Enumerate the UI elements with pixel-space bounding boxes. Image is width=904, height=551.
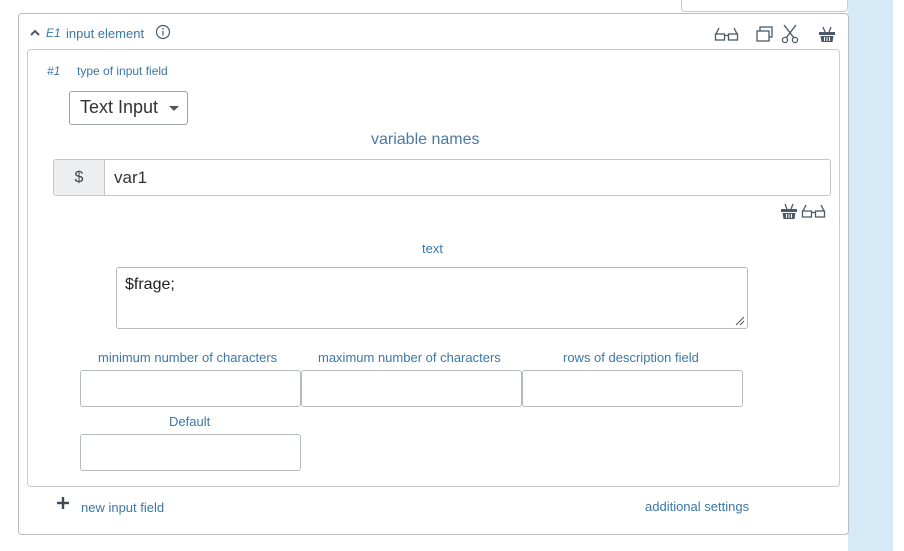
variable-name-input[interactable]	[106, 160, 830, 195]
input-type-select[interactable]: Text Input	[69, 91, 188, 125]
previous-card-edge	[681, 0, 848, 12]
scissors-icon[interactable]	[780, 24, 800, 44]
plus-icon[interactable]	[56, 496, 70, 510]
field-number: #1	[47, 64, 61, 78]
info-icon[interactable]	[155, 24, 171, 40]
text-label: text	[422, 241, 443, 256]
glasses-icon[interactable]	[801, 201, 826, 221]
element-id: E1	[46, 26, 61, 40]
page-edge	[893, 0, 904, 551]
caret-down-icon	[169, 106, 179, 111]
additional-settings-link[interactable]: additional settings	[645, 499, 749, 514]
default-label: Default	[169, 414, 211, 429]
element-title[interactable]: input element	[66, 26, 144, 41]
rows-input[interactable]	[522, 370, 743, 407]
variable-name-group: $	[53, 159, 831, 196]
dollar-prefix: $	[54, 160, 105, 195]
glasses-icon[interactable]	[714, 24, 739, 44]
type-of-input-field-label: type of input field	[77, 64, 168, 78]
max-chars-label: maximum number of characters	[318, 350, 501, 365]
chevron-up-icon[interactable]	[28, 26, 42, 40]
basket-icon[interactable]	[780, 201, 798, 221]
question-text-area[interactable]: $frage;	[116, 267, 748, 329]
rows-label: rows of description field	[563, 350, 699, 365]
basket-icon[interactable]	[818, 24, 836, 44]
max-chars-input[interactable]	[301, 370, 522, 407]
input-type-selected: Text Input	[80, 97, 159, 117]
min-chars-label: minimum number of characters	[98, 350, 278, 365]
default-input[interactable]	[80, 434, 301, 471]
min-chars-input[interactable]	[80, 370, 301, 407]
resize-grip-icon[interactable]	[733, 314, 745, 326]
new-input-field-link[interactable]: new input field	[81, 500, 164, 515]
variable-names-label: variable names	[371, 131, 480, 148]
copy-icon[interactable]	[755, 24, 774, 44]
